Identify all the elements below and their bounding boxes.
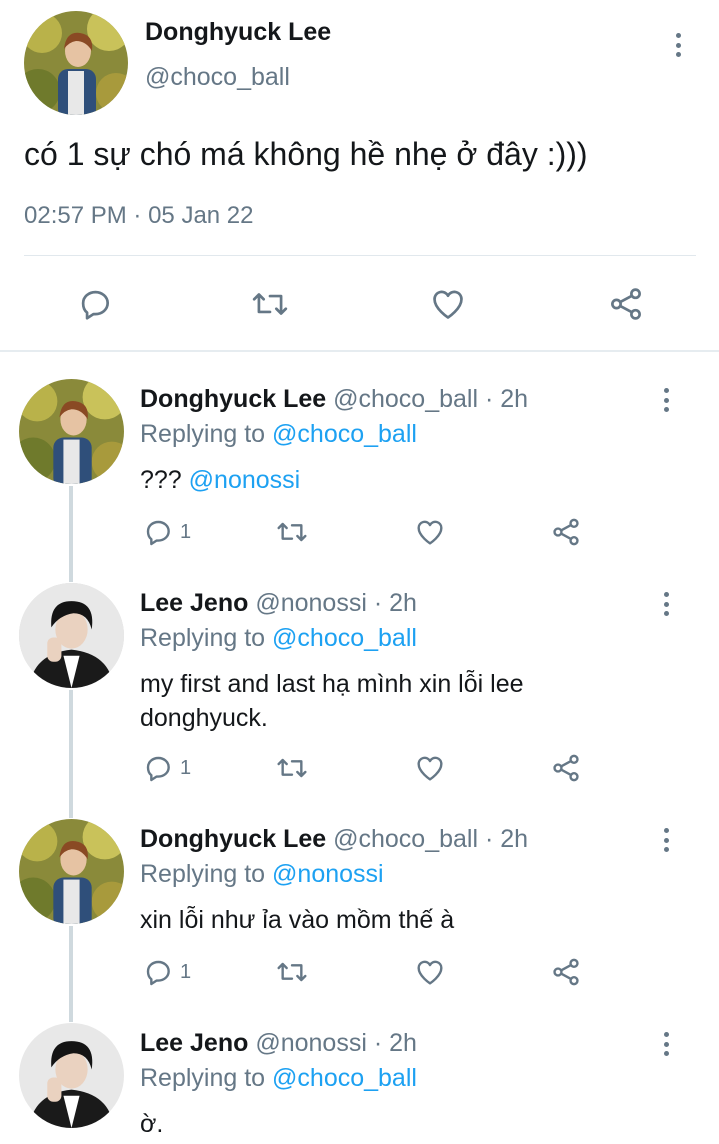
- retweet-icon[interactable]: [274, 516, 310, 548]
- replying-prefix: Replying to: [140, 860, 266, 888]
- reply-icon: [146, 960, 170, 986]
- like-icon[interactable]: [429, 285, 467, 323]
- share-icon[interactable]: [606, 285, 646, 323]
- reply-header: Donghyuck Lee @choco_ball · 2h: [140, 385, 528, 414]
- author-handle[interactable]: @nonossi: [255, 589, 367, 617]
- reply-text: xin lỗi như ỉa vào mồm thế à: [140, 903, 680, 937]
- replying-to-mention[interactable]: @nonossi: [272, 860, 384, 888]
- tweet-timestamp: 02:57 PM · 05 Jan 22: [24, 202, 254, 230]
- section-divider: [0, 350, 719, 352]
- tweet-date: 05 Jan 22: [148, 202, 254, 229]
- reply-actions: 1: [140, 752, 700, 792]
- more-options-icon[interactable]: [656, 1029, 676, 1059]
- author-handle[interactable]: @choco_ball: [145, 63, 290, 92]
- retweet-icon[interactable]: [274, 752, 310, 784]
- author-handle[interactable]: @choco_ball: [333, 385, 478, 413]
- reply-age: 2h: [500, 825, 529, 853]
- author-name[interactable]: Donghyuck Lee: [140, 825, 326, 853]
- replying-prefix: Replying to: [140, 420, 266, 448]
- like-icon[interactable]: [413, 516, 447, 548]
- tweet-text: có 1 sự chó má không hề nhẹ ở đây :))): [24, 136, 588, 172]
- meta-separator: ·: [373, 1029, 383, 1057]
- meta-separator: ·: [373, 589, 383, 617]
- meta-separator: ·: [133, 202, 142, 229]
- replying-to: Replying to @nonossi: [140, 860, 384, 889]
- reply-tweet[interactable]: Donghyuck Lee @choco_ball · 2h Replying …: [0, 385, 719, 565]
- reply-tweet[interactable]: Donghyuck Lee @choco_ball · 2h Replying …: [0, 825, 719, 1005]
- reply-body: xin lỗi như ỉa vào mồm thế à: [140, 906, 455, 934]
- reply-age: 2h: [500, 385, 529, 413]
- reply-icon[interactable]: [76, 285, 114, 323]
- author-name[interactable]: Lee Jeno: [140, 1029, 248, 1057]
- share-icon[interactable]: [549, 516, 583, 548]
- like-icon[interactable]: [413, 752, 447, 784]
- reply-age: 2h: [389, 1029, 417, 1057]
- author-name[interactable]: Donghyuck Lee: [140, 385, 326, 413]
- reply-text: my first and last hạ mình xin lỗi lee do…: [140, 667, 590, 735]
- share-icon[interactable]: [549, 956, 583, 988]
- reply-icon: [146, 520, 170, 546]
- like-icon[interactable]: [413, 956, 447, 988]
- reply-icon: [146, 756, 170, 782]
- retweet-icon[interactable]: [274, 956, 310, 988]
- reply-text: ??? @nonossi: [140, 463, 680, 497]
- replying-to: Replying to @choco_ball: [140, 420, 417, 449]
- reply-header: Lee Jeno @nonossi · 2h: [140, 1029, 417, 1058]
- share-icon[interactable]: [549, 752, 583, 784]
- reply-body: my first and last hạ mình xin lỗi lee do…: [140, 670, 524, 732]
- author-handle[interactable]: @nonossi: [255, 1029, 367, 1057]
- replying-to: Replying to @choco_ball: [140, 1064, 417, 1093]
- reply-header: Lee Jeno @nonossi · 2h: [140, 589, 417, 618]
- mention-link[interactable]: @nonossi: [189, 466, 301, 494]
- more-options-icon[interactable]: [656, 825, 676, 855]
- meta-separator: ·: [484, 825, 494, 853]
- reply-button[interactable]: 1: [142, 516, 191, 548]
- reply-button[interactable]: 1: [142, 752, 191, 784]
- avatar[interactable]: [24, 11, 128, 115]
- replying-prefix: Replying to: [140, 1064, 266, 1092]
- author-name[interactable]: Lee Jeno: [140, 589, 248, 617]
- retweet-icon[interactable]: [249, 285, 291, 323]
- reply-actions: 1: [140, 516, 700, 556]
- reply-text: ờ.: [140, 1107, 680, 1141]
- meta-separator: ·: [484, 385, 494, 413]
- replying-to-mention[interactable]: @choco_ball: [272, 420, 417, 448]
- reply-body: ???: [140, 466, 182, 494]
- reply-body: ờ.: [140, 1110, 164, 1138]
- divider: [24, 255, 696, 256]
- replying-prefix: Replying to: [140, 624, 266, 652]
- replying-to-mention[interactable]: @choco_ball: [272, 1064, 417, 1092]
- tweet-time: 02:57 PM: [24, 202, 127, 229]
- reply-button[interactable]: 1: [142, 956, 191, 988]
- replying-to-mention[interactable]: @choco_ball: [272, 624, 417, 652]
- more-options-icon[interactable]: [656, 589, 676, 619]
- more-options-icon[interactable]: [656, 385, 676, 415]
- reply-age: 2h: [389, 589, 417, 617]
- author-name[interactable]: Donghyuck Lee: [145, 18, 331, 47]
- reply-count: 1: [180, 756, 192, 779]
- reply-tweet[interactable]: Lee Jeno @nonossi · 2h Replying to @choc…: [0, 1029, 719, 1144]
- author-handle[interactable]: @choco_ball: [333, 825, 478, 853]
- more-options-icon[interactable]: [668, 30, 688, 60]
- reply-tweet[interactable]: Lee Jeno @nonossi · 2h Replying to @choc…: [0, 589, 719, 799]
- replying-to: Replying to @choco_ball: [140, 624, 417, 653]
- reply-count: 1: [180, 520, 192, 543]
- reply-count: 1: [180, 960, 192, 983]
- reply-actions: 1: [140, 956, 700, 996]
- reply-header: Donghyuck Lee @choco_ball · 2h: [140, 825, 528, 854]
- avatar-photo: [24, 11, 128, 115]
